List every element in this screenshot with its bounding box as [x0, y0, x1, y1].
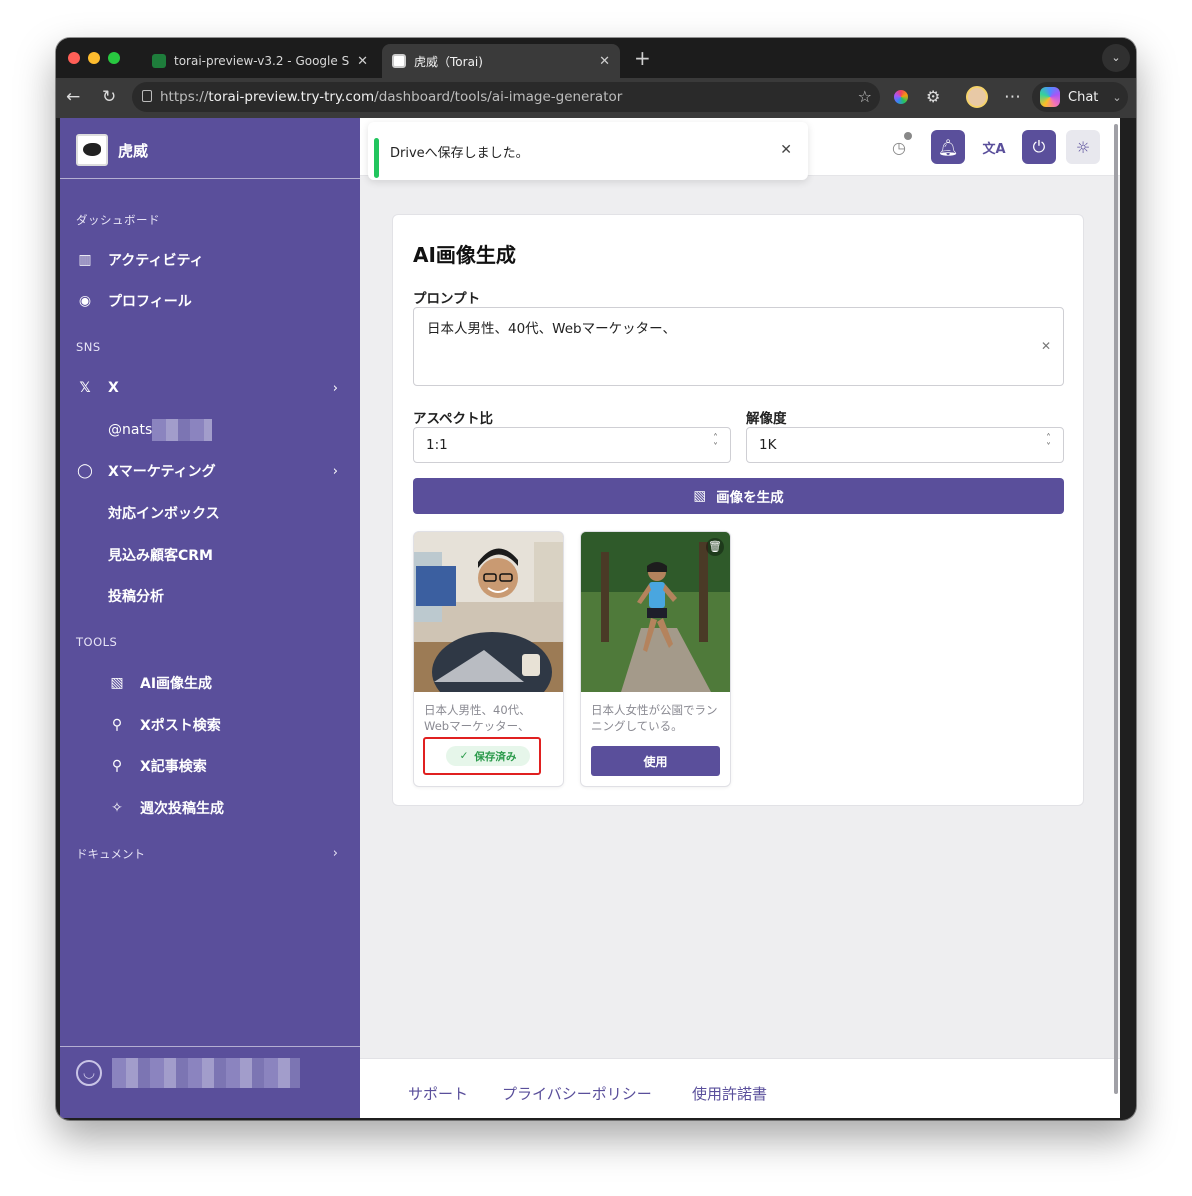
- sidebar-item-x-article-search[interactable]: ⚲ X記事検索: [76, 752, 344, 780]
- color-extension-icon[interactable]: [890, 86, 912, 108]
- power-icon[interactable]: ⏻: [1022, 130, 1056, 164]
- sidebar-item-profile[interactable]: ◉ プロフィール: [76, 287, 344, 315]
- section-dashboard: ダッシュボード: [76, 213, 160, 227]
- image-icon: ▧: [693, 488, 707, 504]
- image-icon: ▧: [110, 675, 124, 691]
- chevron-down-icon: ⌄: [1112, 90, 1122, 104]
- close-window-button[interactable]: [68, 52, 80, 64]
- use-image-button[interactable]: 使用: [591, 746, 720, 776]
- page-title: AI画像生成: [413, 243, 516, 267]
- chevron-right-icon: ›: [332, 463, 338, 479]
- footer: サポート プライバシーポリシー 使用許諾書: [360, 1058, 1120, 1118]
- resolution-select[interactable]: 1K ˄ ˅: [746, 427, 1064, 463]
- annotation-highlight-box: [423, 737, 541, 775]
- divider: [60, 1046, 360, 1047]
- translate-icon[interactable]: 文A: [977, 130, 1011, 164]
- image-generator-card: AI画像生成 プロンプト 日本人男性、40代、Webマーケッター、 ✕ アスペク…: [392, 214, 1084, 806]
- sidebar-item-activity[interactable]: ▥ アクティビティ: [76, 246, 344, 274]
- minimize-window-button[interactable]: [88, 52, 100, 64]
- chevron-right-icon: ›: [332, 846, 338, 861]
- redacted-user-name: [112, 1058, 300, 1088]
- address-toolbar: ← ↻ https://torai-preview.try-try.com/da…: [56, 78, 1136, 118]
- sidebar-item-weekly-post[interactable]: ✧ 週次投稿生成: [76, 794, 344, 822]
- close-tab-icon[interactable]: ✕: [357, 54, 368, 69]
- aspect-ratio-select[interactable]: 1:1 ˄ ˅: [413, 427, 731, 463]
- zoom-window-button[interactable]: [108, 52, 120, 64]
- generated-image-woman-running[interactable]: [581, 532, 730, 692]
- copilot-icon: [1040, 87, 1060, 107]
- prompt-textarea[interactable]: 日本人男性、40代、Webマーケッター、 ✕: [413, 307, 1064, 386]
- close-tab-icon[interactable]: ✕: [599, 54, 610, 69]
- scrollbar[interactable]: [1114, 124, 1118, 1094]
- tab-search-icon[interactable]: ⌄: [1102, 44, 1130, 72]
- sidebar-section-docs[interactable]: ドキュメント ›: [76, 840, 344, 868]
- sheets-icon: [152, 54, 166, 68]
- tab-bar: torai-preview-v3.2 - Google She ✕ 虎威（Tor…: [56, 38, 1136, 78]
- generated-image-card[interactable]: 日本人男性、40代、Webマーケッター、 ✓ 保存済み: [413, 531, 564, 787]
- torai-favicon-icon: [392, 54, 406, 68]
- select-arrows-icon: ˄ ˅: [1046, 433, 1051, 453]
- torai-logo-icon: [76, 134, 108, 166]
- toast-notification: Driveへ保存しました。 ✕: [368, 122, 808, 180]
- schedule-clock-icon[interactable]: ◷: [882, 130, 916, 164]
- sidebar-item-x[interactable]: 𝕏 X ›: [76, 374, 344, 402]
- sidebar-item-x-post-search[interactable]: ⚲ Xポスト検索: [76, 711, 344, 739]
- browser-window: torai-preview-v3.2 - Google She ✕ 虎威（Tor…: [56, 38, 1136, 1120]
- x-logo-icon: 𝕏: [79, 380, 91, 396]
- generated-image-man[interactable]: [414, 532, 563, 692]
- section-tools: TOOLS: [76, 635, 118, 649]
- chat-bubble-icon: ◯: [77, 463, 93, 479]
- more-menu-icon[interactable]: ⋯: [1004, 87, 1021, 107]
- profile-avatar-icon[interactable]: [966, 86, 988, 108]
- back-icon[interactable]: ←: [66, 87, 80, 107]
- chart-icon: ▥: [78, 252, 92, 268]
- generate-image-button[interactable]: ▧ 画像を生成: [413, 478, 1064, 514]
- search-icon: ⚲: [111, 717, 123, 733]
- footer-link-support[interactable]: サポート: [408, 1083, 468, 1104]
- search-icon: ⚲: [111, 758, 123, 774]
- brand[interactable]: 虎威: [76, 134, 148, 166]
- app-viewport: 虎威 ダッシュボード ▥ アクティビティ ◉ プロフィール SNS 𝕏 X › …: [60, 118, 1120, 1118]
- sidebar-item-post-analysis[interactable]: 投稿分析: [76, 582, 344, 610]
- address-bar[interactable]: https://torai-preview.try-try.com/dashbo…: [132, 82, 880, 112]
- extensions-puzzle-icon[interactable]: ⚙: [926, 87, 940, 106]
- user-avatar-icon: ◡: [76, 1060, 102, 1086]
- divider: [60, 178, 360, 179]
- trash-icon[interactable]: 🗑︎: [706, 538, 724, 556]
- resolution-label: 解像度: [746, 411, 787, 427]
- new-tab-icon[interactable]: +: [634, 46, 651, 70]
- bookmark-star-icon[interactable]: ☆: [858, 87, 872, 106]
- sidebar-item-inbox[interactable]: 対応インボックス: [76, 499, 344, 527]
- clear-prompt-icon[interactable]: ✕: [1041, 339, 1051, 353]
- redacted-account-name: [152, 419, 213, 441]
- sidebar-item-x-account[interactable]: @nats: [76, 416, 344, 444]
- footer-link-privacy[interactable]: プライバシーポリシー: [502, 1083, 652, 1104]
- sparkles-icon: ✧: [111, 800, 123, 816]
- prompt-label: プロンプト: [413, 291, 481, 307]
- chevron-right-icon: ›: [332, 380, 338, 396]
- tab-torai[interactable]: 虎威（Torai) ✕: [382, 44, 620, 78]
- section-sns: SNS: [76, 340, 101, 354]
- user-circle-icon: ◉: [78, 293, 92, 309]
- copilot-chat-button[interactable]: Chat ⌄: [1032, 82, 1128, 112]
- image-caption: 日本人男性、40代、Webマーケッター、: [424, 703, 531, 733]
- sidebar: 虎威 ダッシュボード ▥ アクティビティ ◉ プロフィール SNS 𝕏 X › …: [60, 118, 360, 1118]
- reload-icon[interactable]: ↻: [102, 87, 116, 107]
- tab-google-sheets[interactable]: torai-preview-v3.2 - Google She ✕: [142, 44, 378, 78]
- lock-icon: [142, 90, 152, 102]
- sidebar-item-crm[interactable]: 見込み顧客CRM: [76, 541, 344, 569]
- image-caption: 日本人女性が公園でランニングしている。: [591, 703, 718, 733]
- aspect-label: アスペクト比: [413, 411, 494, 427]
- toast-success-bar: [374, 138, 379, 178]
- footer-link-license[interactable]: 使用許諾書: [692, 1083, 767, 1104]
- toast-close-icon[interactable]: ✕: [780, 142, 792, 158]
- sidebar-item-x-marketing[interactable]: ◯ Xマーケティング ›: [76, 457, 344, 485]
- notification-bell-icon[interactable]: 🔔︎: [931, 130, 965, 164]
- select-arrows-icon: ˄ ˅: [713, 433, 718, 453]
- user-menu[interactable]: ◡: [76, 1058, 300, 1088]
- generated-image-card[interactable]: 🗑︎ 日本人女性が公園でランニングしている。 使用: [580, 531, 731, 787]
- theme-sun-icon[interactable]: ☼: [1066, 130, 1100, 164]
- toast-message: Driveへ保存しました。: [390, 145, 529, 161]
- sidebar-item-ai-image[interactable]: ▧ AI画像生成: [76, 669, 344, 697]
